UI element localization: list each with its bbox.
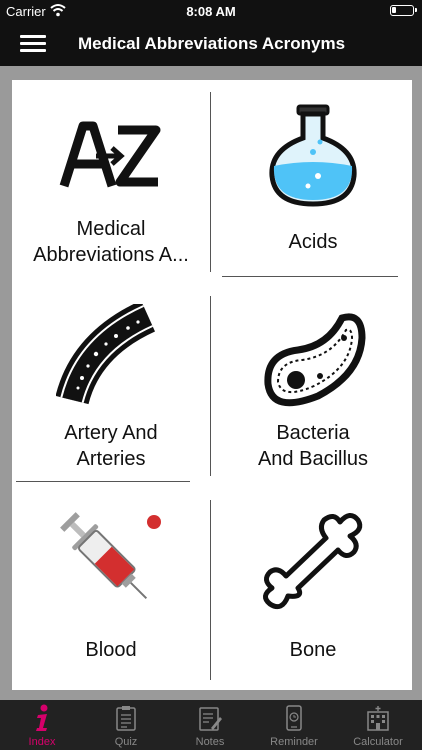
category-bone[interactable]: Bone (214, 488, 412, 691)
syringe-icon (60, 512, 161, 600)
notes-icon (199, 707, 222, 731)
tab-bar: Index Quiz Notes Reminder Calculator (0, 700, 422, 750)
a-to-z-icon (59, 121, 161, 188)
column-divider (210, 92, 211, 272)
content-area: Medical Abbreviations A... Acids Artery … (0, 66, 422, 700)
category-acids[interactable]: Acids (214, 80, 412, 283)
tab-label: Quiz (114, 736, 138, 748)
category-blood[interactable]: Blood (12, 488, 210, 691)
category-label: Bacteria And Bacillus (257, 422, 369, 470)
tab-reminder[interactable]: Reminder (252, 700, 336, 750)
info-icon (36, 704, 48, 731)
row-divider (222, 276, 398, 277)
artery-icon (56, 304, 156, 405)
category-label: Acids (288, 231, 338, 253)
nav-bar: Medical Abbreviations Acronyms (0, 22, 422, 66)
bone-icon (263, 513, 363, 610)
tab-notes[interactable]: Notes (168, 700, 252, 750)
tab-label: Calculator (353, 736, 403, 748)
tab-label: Reminder (270, 736, 318, 748)
tab-label: Notes (195, 736, 225, 748)
category-bacteria[interactable]: Bacteria And Bacillus (214, 284, 412, 487)
tab-calculator[interactable]: Calculator (336, 700, 420, 750)
tab-quiz[interactable]: Quiz (84, 700, 168, 750)
row-divider (16, 481, 190, 482)
flask-icon (269, 104, 357, 207)
category-label: Bone (289, 639, 337, 661)
phone-clock-icon (286, 705, 302, 731)
category-grid: Medical Abbreviations A... Acids Artery … (12, 80, 412, 690)
category-label: Artery And Arteries (64, 422, 158, 470)
clock: 8:08 AM (186, 4, 236, 19)
hamburger-menu-icon[interactable] (18, 32, 48, 54)
clipboard-icon (116, 706, 136, 731)
battery-icon (390, 5, 417, 16)
page-title: Medical Abbreviations Acronyms (78, 34, 346, 53)
column-divider (210, 296, 211, 476)
building-icon (367, 706, 389, 731)
tab-index[interactable]: Index (0, 700, 84, 750)
category-artery[interactable]: Artery And Arteries (12, 284, 210, 487)
category-label: Blood (85, 639, 137, 661)
column-divider (210, 500, 211, 680)
tab-label: Index (28, 736, 56, 748)
bacteria-icon (264, 313, 366, 407)
category-medical-abbreviations[interactable]: Medical Abbreviations A... (12, 80, 210, 283)
category-label: Medical Abbreviations A... (33, 218, 189, 266)
status-bar: Carrier 8:08 AM (0, 0, 422, 22)
